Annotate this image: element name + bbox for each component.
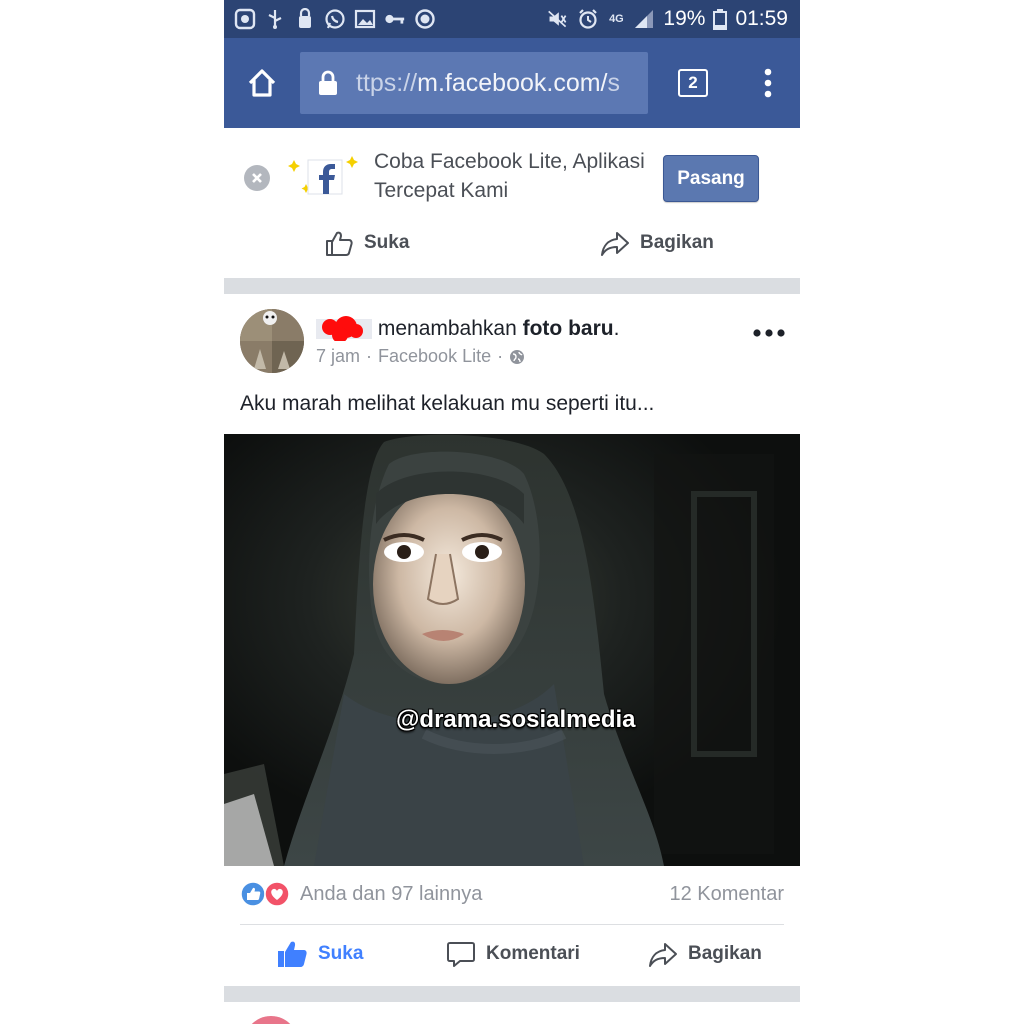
battery-percent: 19%	[663, 7, 706, 30]
network-type: 4G	[609, 13, 624, 25]
menu-icon	[764, 68, 772, 98]
url-text: ttps://m.facebook.com/s	[356, 69, 620, 98]
comment-button[interactable]: Komentari	[446, 930, 580, 978]
promo-share-button[interactable]: Bagikan	[600, 228, 714, 258]
status-right-icons: 4G 19% 01:59	[547, 7, 800, 31]
whatsapp-icon	[324, 8, 346, 30]
bluetooth-lock-icon	[294, 8, 316, 30]
love-reaction-icon	[264, 881, 290, 907]
share-icon	[649, 943, 677, 967]
reactions-summary[interactable]: Anda dan 97 lainnya	[300, 883, 482, 906]
post-action-end: .	[613, 317, 620, 340]
action-separator	[240, 924, 784, 925]
close-icon	[252, 173, 262, 183]
tabs-button[interactable]: 2	[648, 69, 738, 97]
status-bar: 4G 19% 01:59	[224, 0, 800, 38]
home-button[interactable]	[224, 38, 300, 128]
promo-share-label: Bagikan	[640, 232, 714, 253]
clock: 01:59	[735, 7, 788, 30]
meta-separator: ·	[366, 346, 373, 366]
like-label: Suka	[318, 943, 364, 964]
browser-toolbar: ttps://m.facebook.com/s 2	[224, 38, 800, 128]
post-source: Facebook Lite	[378, 346, 492, 366]
post-action-bold[interactable]: foto baru	[523, 317, 614, 340]
signal-icon	[633, 8, 655, 30]
thumbs-up-filled-icon	[278, 941, 307, 967]
share-icon	[601, 232, 629, 256]
lite-promo-card: Coba Facebook Lite, Aplikasi Tercepat Ka…	[224, 128, 800, 278]
post-photo[interactable]: @drama.sosialmedia	[224, 434, 800, 866]
feed-divider-2	[224, 986, 800, 1002]
menu-button[interactable]	[738, 68, 798, 98]
comment-label: Komentari	[486, 943, 580, 964]
phone-screen: 4G 19% 01:59 ttps://m.facebook.com/s 2 C…	[224, 0, 800, 1024]
reaction-icons[interactable]	[240, 881, 290, 907]
promo-like-label: Suka	[364, 232, 410, 253]
avatar[interactable]	[240, 309, 304, 373]
alarm-icon	[577, 8, 599, 30]
meta-separator-2: ·	[497, 346, 504, 366]
record-icon	[414, 8, 436, 30]
status-left-icons	[224, 8, 436, 30]
comment-icon	[447, 942, 475, 967]
url-tail: s	[607, 68, 621, 97]
mute-icon	[547, 8, 569, 30]
like-button[interactable]: Suka	[276, 930, 363, 978]
share-label: Bagikan	[688, 943, 762, 964]
post-time[interactable]: 7 jam	[316, 346, 360, 367]
tabs-icon: 2	[678, 69, 708, 97]
like-reaction-icon	[240, 881, 266, 907]
globe-icon	[510, 349, 525, 364]
post-caption: Aku marah melihat kelakuan mu seperti it…	[240, 392, 655, 415]
facebook-lite-logo	[286, 154, 362, 202]
promo-like-button[interactable]: Suka	[324, 228, 409, 258]
post-header: menambahkan foto baru. 7 jam · Facebook …	[224, 294, 800, 384]
usb-icon	[264, 8, 286, 30]
close-promo-button[interactable]	[244, 165, 270, 191]
post-actions: Suka Komentari Bagikan	[224, 930, 800, 978]
home-icon	[248, 69, 276, 97]
next-post-avatar[interactable]	[244, 1016, 298, 1024]
address-bar[interactable]: ttps://m.facebook.com/s	[300, 52, 648, 114]
lock-icon	[300, 70, 356, 96]
share-button[interactable]: Bagikan	[648, 930, 762, 978]
post-meta: 7 jam · Facebook Lite ·	[316, 346, 525, 367]
key-icon	[384, 8, 406, 30]
url-host: m.facebook.com/	[417, 68, 608, 97]
url-scheme: ttps://	[356, 68, 418, 97]
post-options-button[interactable]	[752, 322, 786, 344]
screenshot-icon	[234, 8, 256, 30]
reactions-bar: Anda dan 97 lainnya 12 Komentar	[240, 876, 784, 912]
feed-divider	[224, 278, 800, 294]
battery-icon	[713, 8, 728, 30]
more-horizontal-icon	[753, 329, 785, 337]
redacted-name[interactable]	[316, 315, 372, 343]
thumbs-up-outline-icon	[326, 231, 353, 256]
promo-text: Coba Facebook Lite, Aplikasi Tercepat Ka…	[374, 150, 645, 202]
install-button[interactable]: Pasang	[663, 155, 759, 202]
photo-watermark: @drama.sosialmedia	[396, 706, 636, 733]
photo-image	[224, 434, 800, 866]
comment-count[interactable]: 12 Komentar	[669, 883, 784, 906]
post-author-line: menambahkan foto baru.	[316, 315, 620, 343]
post-action-text: menambahkan	[377, 317, 517, 340]
gallery-icon	[354, 8, 376, 30]
